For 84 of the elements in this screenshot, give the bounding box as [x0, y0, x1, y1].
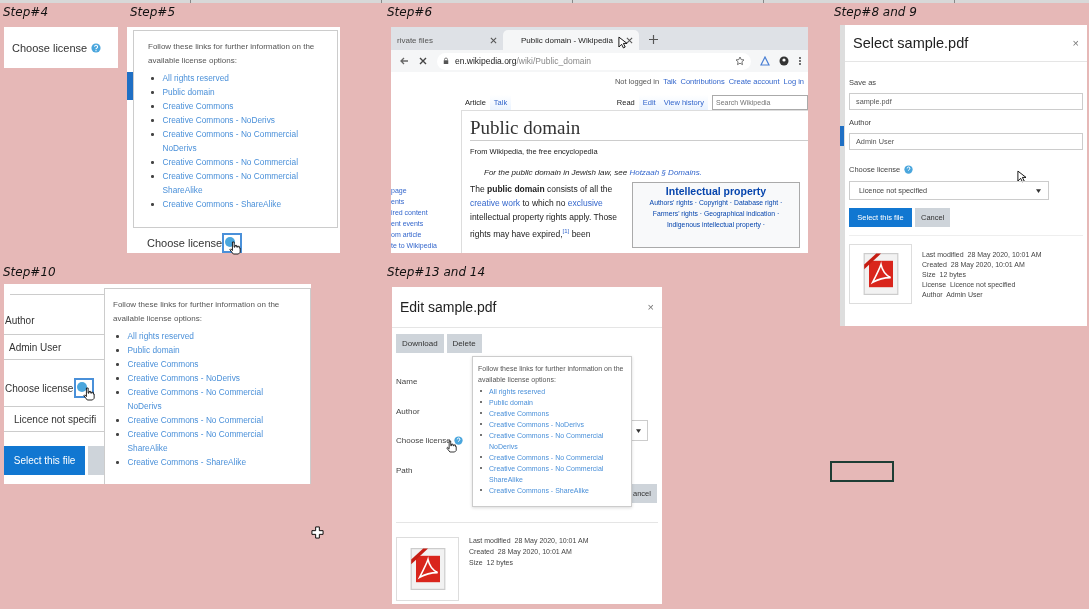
bullet-icon	[116, 377, 119, 380]
popover-text: Follow these links for further information on the available license options:	[148, 41, 315, 67]
caret-icon	[1036, 188, 1041, 193]
select-file-button[interactable]: Select this file	[4, 446, 86, 475]
license-link[interactable]: Creative Commons - No Commercial NoDerivs	[127, 385, 286, 413]
bullet-icon	[116, 461, 119, 464]
step-heading: Step#6	[387, 5, 432, 19]
article-link[interactable]: Hotzaah § Domains.	[629, 168, 702, 177]
bullet-icon	[116, 433, 119, 436]
close-button[interactable]: ×	[1068, 35, 1083, 51]
license-link[interactable]: Creative Commons - No Commercial	[162, 155, 299, 169]
article-link[interactable]: creative work	[470, 198, 521, 208]
step-heading: Step#5	[130, 5, 175, 19]
field-label: Author	[396, 406, 420, 416]
license-link[interactable]: Creative Commons - No Commercial NoDerivs	[162, 127, 315, 155]
close-icon[interactable]	[490, 36, 497, 44]
step-heading: Step#13 and 14	[387, 265, 486, 279]
sidebar-marker	[127, 72, 133, 100]
step-heading: Step#4	[3, 5, 48, 19]
license-link[interactable]: Creative Commons - NoDerivs	[127, 371, 240, 385]
infobox-title: Intellectual property	[664, 185, 768, 197]
field-label: Choose license	[147, 237, 223, 249]
star-icon[interactable]	[735, 56, 745, 66]
license-link[interactable]: All rights reserved	[127, 329, 194, 343]
field-label: Name	[396, 377, 418, 387]
article-link[interactable]: exclusive	[567, 198, 603, 208]
bullet-icon	[116, 363, 119, 366]
cell-selection[interactable]	[830, 461, 894, 482]
crosshair-cursor-icon	[311, 526, 324, 539]
address-bar[interactable]: en.wikipedia.org/wiki/Public_domain	[437, 52, 751, 70]
triangle-icon[interactable]	[760, 56, 770, 66]
bullet-icon	[151, 105, 154, 108]
license-link[interactable]: Public domain	[162, 85, 215, 99]
field-label: Choose license	[12, 41, 88, 54]
new-tab-icon[interactable]	[649, 35, 658, 44]
page-title: Public domain	[470, 117, 808, 141]
license-link[interactable]: Creative Commons - ShareAlike	[127, 455, 246, 469]
field-label: Path	[396, 465, 413, 475]
dialog-title: Edit sample.pdf	[400, 299, 497, 315]
license-link[interactable]: Creative Commons	[127, 357, 199, 371]
browser-tab[interactable]: rivate files	[391, 30, 503, 50]
browser-tab[interactable]: Public domain - Wikipedia	[503, 30, 639, 50]
bullet-icon	[151, 175, 154, 178]
license-link[interactable]: Creative Commons	[162, 99, 234, 113]
bullet-icon	[151, 119, 154, 122]
hatnote: For the public domain in Jewish law, see Hotzaah § Domains.	[484, 168, 703, 177]
field-label: Author	[5, 315, 36, 326]
license-link[interactable]: Public domain	[127, 343, 180, 357]
license-link[interactable]: All rights reserved	[162, 71, 229, 85]
bullet-icon	[116, 335, 119, 338]
pdf-file-icon	[396, 537, 459, 601]
step-heading: Step#10	[3, 265, 56, 279]
popover-text: Follow these links for further information on the available license options:	[113, 299, 281, 325]
bullet-icon	[151, 77, 154, 80]
license-link[interactable]: Creative Commons - No Commercial ShareAlike	[162, 169, 315, 197]
account-icon[interactable]	[779, 56, 789, 66]
bullet-icon	[116, 391, 119, 394]
field-label: Choose license	[5, 382, 74, 394]
action-button[interactable]: Download	[396, 334, 444, 353]
field-label: Choose license	[396, 436, 451, 446]
license-link[interactable]: Creative Commons - No Commercial ShareAlike	[127, 427, 286, 455]
bullet-icon	[151, 133, 154, 136]
sidebar-marker	[840, 126, 844, 146]
action-button[interactable]: Delete	[446, 334, 482, 353]
back-arrow-icon[interactable]	[399, 56, 409, 66]
close-button[interactable]: ×	[643, 299, 658, 315]
bullet-icon	[151, 203, 154, 206]
bullet-icon	[116, 419, 119, 422]
license-link[interactable]: Creative Commons - NoDerivs	[162, 113, 275, 127]
pdf-file-icon	[849, 244, 912, 304]
dialog-title: Select sample.pdf	[853, 35, 969, 51]
license-link[interactable]: Creative Commons - ShareAlike	[162, 197, 281, 211]
bullet-icon	[151, 161, 154, 164]
menu-icon[interactable]	[798, 56, 802, 66]
bullet-icon	[151, 91, 154, 94]
caret-icon	[636, 428, 641, 433]
lock-icon	[443, 57, 449, 65]
license-link[interactable]: Creative Commons - No Commercial	[127, 413, 264, 427]
article-paragraph: The public domain consists of all the creative work to which no exclusive intellectual property rights apply. Those rights may have expired,$^{[1]}$ been	[470, 183, 619, 241]
stop-icon[interactable]	[418, 56, 428, 66]
bullet-icon	[116, 349, 119, 352]
arrow-cursor-icon	[1017, 169, 1027, 183]
step-heading: Step#8 and 9	[834, 5, 917, 19]
hand-cursor-icon	[83, 387, 96, 401]
